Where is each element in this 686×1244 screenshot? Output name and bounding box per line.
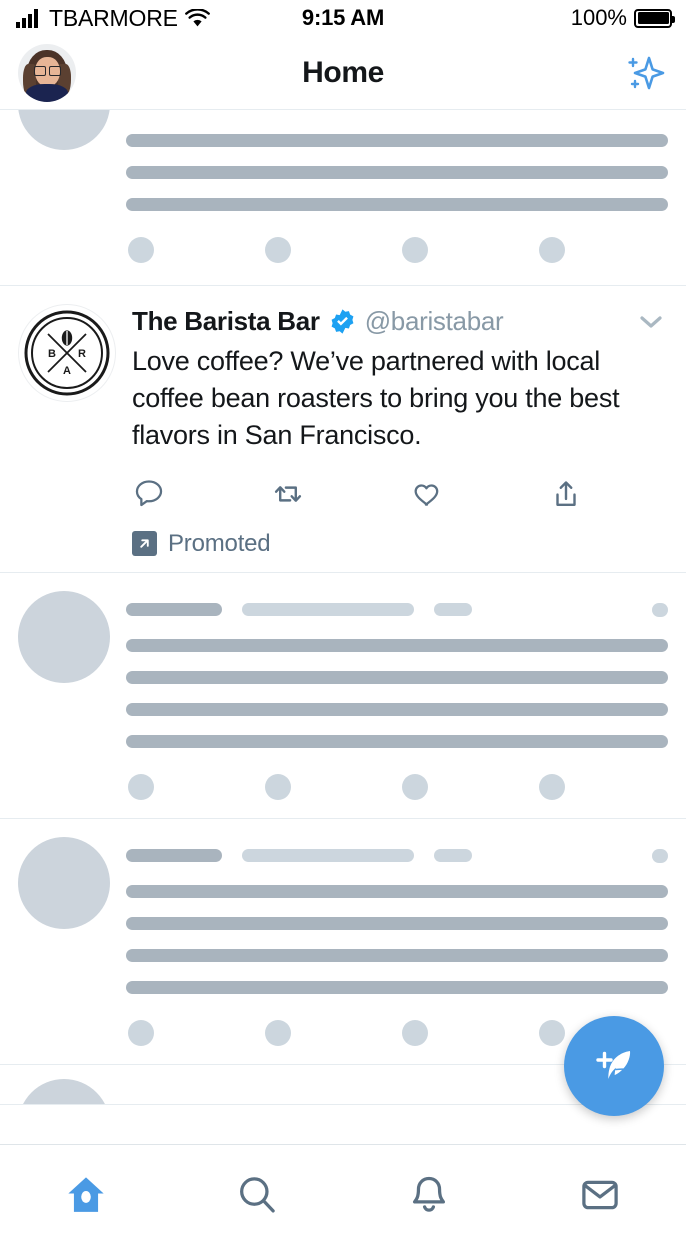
nav-home[interactable] bbox=[0, 1145, 172, 1244]
promoted-label-group: Promoted bbox=[132, 530, 668, 558]
profile-avatar[interactable] bbox=[18, 43, 76, 102]
skeleton-text-lines bbox=[126, 884, 668, 994]
skeleton-header bbox=[126, 602, 668, 617]
reply-button[interactable] bbox=[132, 474, 176, 514]
skeleton-avatar bbox=[18, 110, 110, 150]
bottom-nav-bar bbox=[0, 1144, 686, 1244]
skeleton-tweet-row[interactable] bbox=[0, 110, 686, 286]
tweet-text: Love coffee? We’ve partnered with local … bbox=[132, 346, 620, 450]
tweet-header: The Barista Bar @baristabar bbox=[132, 306, 668, 337]
tweet-display-name[interactable]: The Barista Bar bbox=[132, 306, 320, 337]
status-bar-right: 100% bbox=[570, 5, 675, 31]
compose-tweet-button[interactable] bbox=[564, 1016, 664, 1116]
nav-messages[interactable] bbox=[515, 1145, 686, 1244]
promoted-tweet[interactable]: B R A The Barista Bar @baristabar Love c… bbox=[0, 286, 686, 573]
chevron-down-icon[interactable] bbox=[634, 310, 668, 334]
sparkle-icon[interactable] bbox=[622, 50, 668, 96]
status-bar: TBARMORE 9:15 AM 100% bbox=[0, 0, 686, 36]
page-title: Home bbox=[302, 55, 384, 89]
skeleton-avatar bbox=[18, 590, 110, 683]
compose-quill-icon bbox=[596, 1051, 631, 1079]
svg-text:R: R bbox=[78, 348, 86, 360]
skeleton-text-lines bbox=[126, 134, 668, 211]
promoted-arrow-icon bbox=[132, 531, 157, 557]
battery-full-icon bbox=[634, 8, 675, 28]
nav-header: Home bbox=[0, 36, 686, 110]
app-screen: TBARMORE 9:15 AM 100% Home B R A The Bar… bbox=[0, 0, 686, 1244]
svg-text:B: B bbox=[48, 348, 56, 360]
skeleton-tweet-row[interactable] bbox=[0, 572, 686, 819]
nav-search[interactable] bbox=[172, 1145, 344, 1244]
envelope-icon bbox=[582, 1180, 618, 1209]
skeleton-avatar bbox=[18, 836, 110, 929]
like-button[interactable] bbox=[410, 474, 454, 514]
bell-icon bbox=[412, 1176, 445, 1212]
skeleton-action-dots bbox=[126, 237, 668, 263]
tweet-actions bbox=[132, 474, 668, 514]
skeleton-header bbox=[126, 848, 668, 863]
skeleton-action-dots bbox=[126, 773, 668, 800]
svg-text:A: A bbox=[63, 365, 71, 377]
promoted-label: Promoted bbox=[168, 529, 271, 557]
skeleton-avatar bbox=[18, 1078, 110, 1104]
nav-notifications[interactable] bbox=[343, 1145, 515, 1244]
home-icon bbox=[68, 1176, 104, 1212]
retweet-button[interactable] bbox=[271, 474, 315, 514]
skeleton-text-lines bbox=[126, 638, 668, 748]
verified-badge-icon bbox=[331, 309, 354, 334]
search-icon bbox=[240, 1176, 275, 1213]
tweet-handle[interactable]: @baristabar bbox=[365, 306, 504, 337]
battery-percent-label: 100% bbox=[570, 5, 627, 30]
share-button[interactable] bbox=[549, 474, 593, 514]
barista-bar-logo[interactable]: B R A bbox=[18, 304, 116, 402]
